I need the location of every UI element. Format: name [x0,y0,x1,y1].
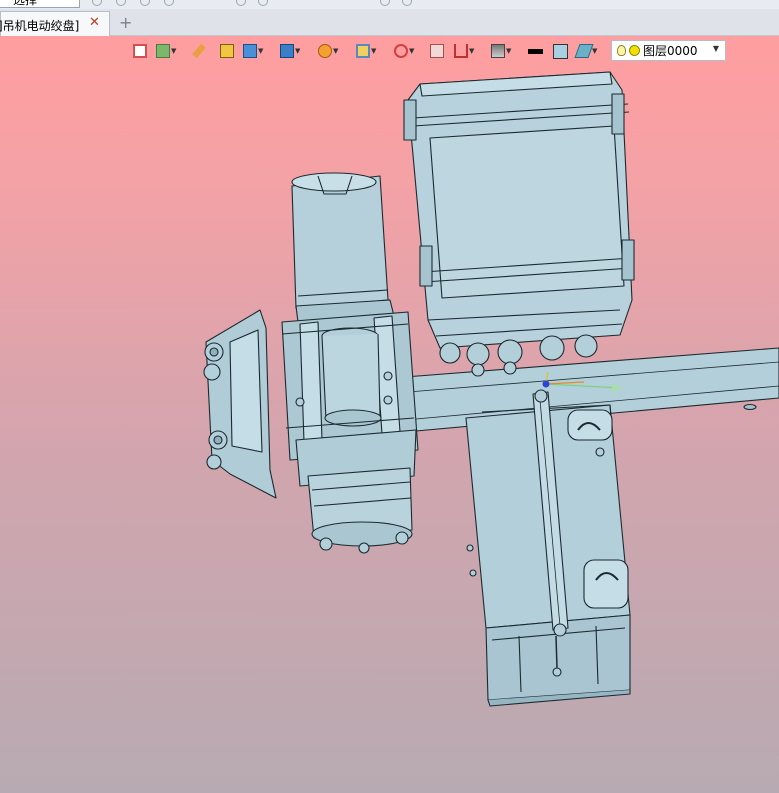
filter-icon[interactable] [92,0,102,6]
layer-select[interactable]: 图层0000 ▼ [611,40,726,61]
fill-color-button[interactable] [553,41,568,61]
shaded-button[interactable]: ▼ [243,41,263,61]
point-icon[interactable] [164,0,174,6]
document-tab-bar: ]吊机电动绞盘] ✕ + [0,9,779,36]
line-color-button[interactable] [528,41,543,61]
chevron-down-icon: ▼ [258,47,264,55]
view-cube-icon [280,44,294,58]
settings-icon[interactable] [380,0,390,6]
layer-style-icon [156,44,170,58]
dimension-icon [454,44,468,58]
line-color-icon [528,48,543,54]
layer-name: 图层0000 [643,44,698,58]
winch-assembly-model[interactable] [0,36,779,793]
zoom-fit-icon [356,44,370,58]
layer-style-button[interactable]: ▼ [156,41,176,61]
section-icon [318,44,332,58]
chevron-down-icon: ▼ [371,47,377,55]
view-orientation-button[interactable]: ▼ [280,41,300,61]
upper-enclosure-case [403,71,635,377]
zoom-fit-button[interactable]: ▼ [356,41,376,61]
gear-icon[interactable] [402,0,412,6]
dimension-button[interactable]: ▼ [454,41,474,61]
chevron-down-icon: ▼ [295,47,301,55]
arc-icon[interactable] [258,0,268,6]
shaded-edges-button[interactable] [220,41,234,61]
chevron-down-icon: ▼ [171,47,177,55]
bulb-icon[interactable] [617,45,626,56]
rotate-icon[interactable] [140,0,150,6]
graphics-toolbar: ▼ ▼ ▼ ▼ ▼ ▼ ▼ ▼ ▼ 图层0000 ▼ [130,39,730,63]
pen-icon [192,43,206,59]
circle-icon[interactable] [236,0,246,6]
shaded-cube-icon [243,44,257,58]
tab-document-label: ]吊机电动绞盘] [0,19,80,33]
mounting-bracket [203,309,277,499]
top-strip: 一选择 [0,0,779,9]
pick-icon[interactable] [116,0,126,6]
pen-button[interactable] [192,41,206,61]
background-button[interactable]: ▼ [491,41,511,61]
view-reset-icon [133,44,147,58]
close-icon[interactable]: ✕ [89,15,100,30]
chevron-down-icon[interactable]: ▼ [713,44,719,53]
layer-manager-button[interactable]: ▼ [574,41,598,61]
3d-viewport[interactable]: ▼ ▼ ▼ ▼ ▼ ▼ ▼ ▼ ▼ 图层0000 ▼ [0,36,779,793]
section-view-button[interactable]: ▼ [318,41,338,61]
chevron-down-icon: ▼ [409,47,415,55]
sketch-view-button[interactable] [430,41,444,61]
selection-filter-combo[interactable]: 一选择 [0,0,80,8]
chevron-down-icon: ▼ [469,47,475,55]
background-icon [491,44,505,58]
chevron-down-icon: ▼ [592,47,598,55]
sketch-icon [430,44,444,58]
winch-gearbox [295,429,417,554]
layers-icon [574,44,594,58]
winch-motor [291,172,395,323]
chevron-down-icon: ▼ [333,47,339,55]
crosshair-icon [394,44,408,58]
new-tab-button[interactable]: + [119,13,132,32]
view-reset-button[interactable] [133,41,147,61]
origin-button[interactable]: ▼ [394,41,414,61]
tab-document[interactable]: ]吊机电动绞盘] ✕ [0,11,110,36]
chevron-down-icon: ▼ [506,47,512,55]
shaded-edges-icon [220,44,234,58]
fill-color-icon [553,43,568,59]
layer-color-icon[interactable] [629,45,640,56]
